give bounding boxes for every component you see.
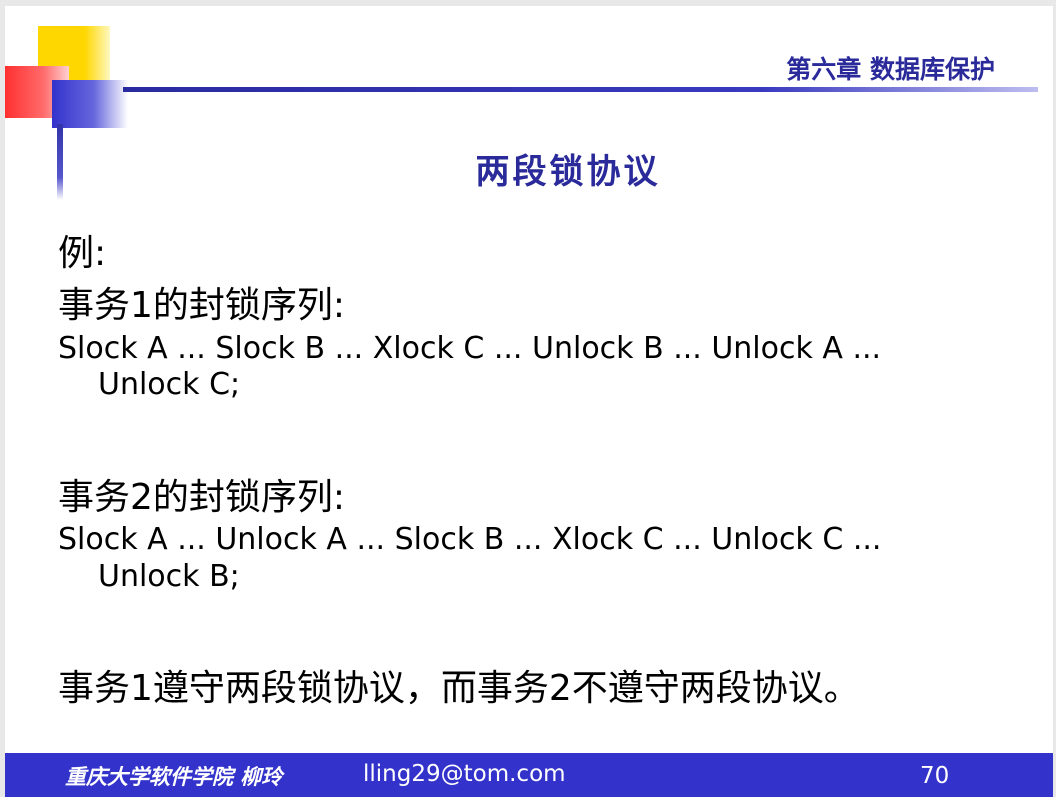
header-rule: [123, 87, 1038, 92]
footer-email: lling29@tom.com: [363, 761, 566, 787]
footer-bar: 重庆大学软件学院 柳玲 lling29@tom.com 70: [5, 753, 1053, 797]
decor-blue-square: [52, 80, 128, 128]
example-label: 例:: [58, 233, 107, 274]
chapter-label: 第六章 数据库保护: [786, 55, 995, 84]
tx1-heading: 事务1的封锁序列:: [58, 285, 346, 326]
tx2-sequence-line2: Unlock B;: [98, 559, 240, 594]
slide: 第六章 数据库保护 两段锁协议 例: 事务1的封锁序列: Slock A ...…: [5, 6, 1053, 797]
tx2-heading: 事务2的封锁序列:: [58, 477, 346, 518]
tx1-sequence-line1: Slock A ... Slock B ... Xlock C ... Unlo…: [58, 331, 882, 366]
tx1-sequence-line2: Unlock C;: [98, 367, 241, 402]
conclusion-text: 事务1遵守两段锁协议，而事务2不遵守两段协议。: [58, 668, 860, 709]
tx2-sequence-line1: Slock A ... Unlock A ... Slock B ... Xlo…: [58, 522, 882, 557]
slide-title: 两段锁协议: [475, 152, 661, 192]
page-number: 70: [920, 763, 950, 789]
footer-credit: 重庆大学软件学院 柳玲: [65, 764, 283, 789]
